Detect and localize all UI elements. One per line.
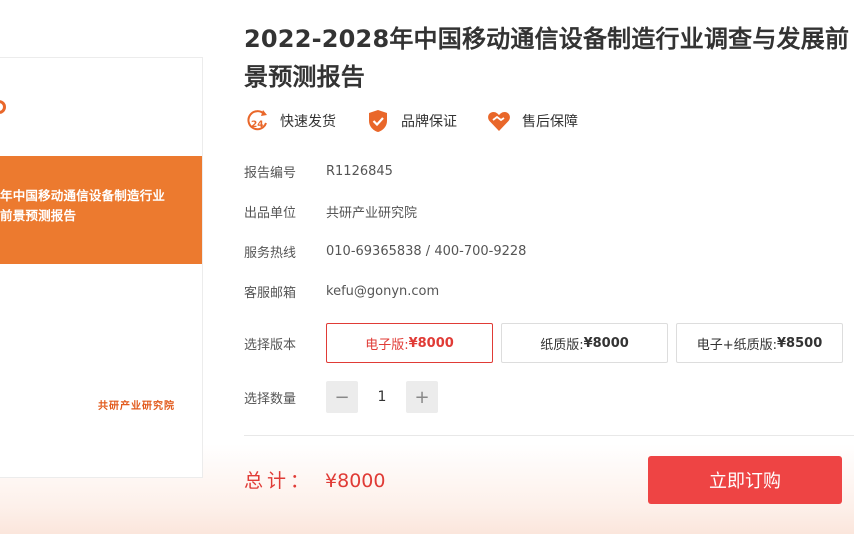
version-option-name: 纸质版: [540, 337, 584, 353]
version-option-electronic-paper[interactable]: 电子+纸质版: ¥8500 [676, 323, 843, 363]
total-price: ¥8000 [325, 470, 386, 492]
buy-now-button[interactable]: 立即订购 [648, 456, 842, 504]
cover-title-line2: 前景预测报告 [0, 208, 77, 223]
heart-handshake-icon [488, 112, 510, 131]
feature-brand-guarantee: 品牌保证 [365, 108, 457, 134]
feature-label: 快速发货 [280, 114, 336, 130]
total-label: 总计： [244, 470, 314, 492]
info-report-number: 报告编号 R1126845 [244, 162, 393, 181]
feature-label: 售后保障 [522, 114, 578, 130]
delivery-24h-icon: 24 [247, 110, 267, 131]
shield-check-icon [369, 110, 387, 132]
cover-title-line1: 年中国移动通信设备制造行业 [0, 188, 166, 203]
product-title: 2022-2028年中国移动通信设备制造行业调查与发展前景预测报告 [244, 25, 850, 91]
version-options: 电子版: ¥8000 纸质版: ¥8000 电子+纸质版: ¥8500 [326, 323, 843, 363]
version-option-price: ¥8000 [408, 335, 454, 351]
info-hotline: 服务热线 010-69365838 / 400-700-9228 [244, 242, 526, 261]
hotline-value: 010-69365838 / 400-700-9228 [326, 244, 527, 259]
info-label: 客服邮箱 [244, 286, 297, 301]
quantity-decrease-button[interactable]: − [326, 381, 358, 413]
feature-fast-delivery: 24 快速发货 [244, 108, 336, 134]
version-selector: 选择版本 电子版: ¥8000 纸质版: ¥8000 电子+纸质版: ¥8500 [244, 323, 843, 363]
info-label: 报告编号 [244, 166, 297, 181]
version-option-name: 电子+纸质版: [696, 337, 778, 353]
version-option-price: ¥8000 [583, 335, 629, 351]
report-number-value: R1126845 [326, 164, 393, 179]
svg-text:24: 24 [251, 120, 264, 130]
quantity-stepper: − 1 + [326, 381, 438, 413]
info-label: 出品单位 [244, 206, 297, 221]
cover-logo-icon [0, 100, 6, 114]
version-option-electronic[interactable]: 电子版: ¥8000 [326, 323, 493, 363]
order-total: 总计： ¥8000 [244, 466, 385, 493]
info-publisher: 出品单位 共研产业研究院 [244, 202, 417, 221]
email-value: kefu@gonyn.com [326, 284, 440, 299]
feature-list: 24 快速发货 品牌保证 售后保障 [244, 108, 607, 134]
publisher-value: 共研产业研究院 [326, 206, 418, 221]
version-option-price: ¥8500 [777, 335, 823, 351]
feature-after-sales: 售后保障 [486, 108, 578, 134]
version-option-paper[interactable]: 纸质版: ¥8000 [501, 323, 668, 363]
quantity-label: 选择数量 [244, 391, 297, 407]
report-cover-image: 年中国移动通信设备制造行业 前景预测报告 共研产业研究院 [0, 57, 203, 478]
quantity-input[interactable]: 1 [358, 389, 406, 405]
feature-label: 品牌保证 [401, 114, 457, 130]
version-label: 选择版本 [244, 337, 297, 353]
quantity-selector: 选择数量 − 1 + [244, 381, 438, 413]
cover-publisher: 共研产业研究院 [98, 401, 175, 412]
version-option-name: 电子版: [365, 337, 409, 353]
info-email: 客服邮箱 kefu@gonyn.com [244, 282, 439, 301]
info-label: 服务热线 [244, 246, 297, 261]
quantity-increase-button[interactable]: + [406, 381, 438, 413]
divider [244, 435, 854, 436]
